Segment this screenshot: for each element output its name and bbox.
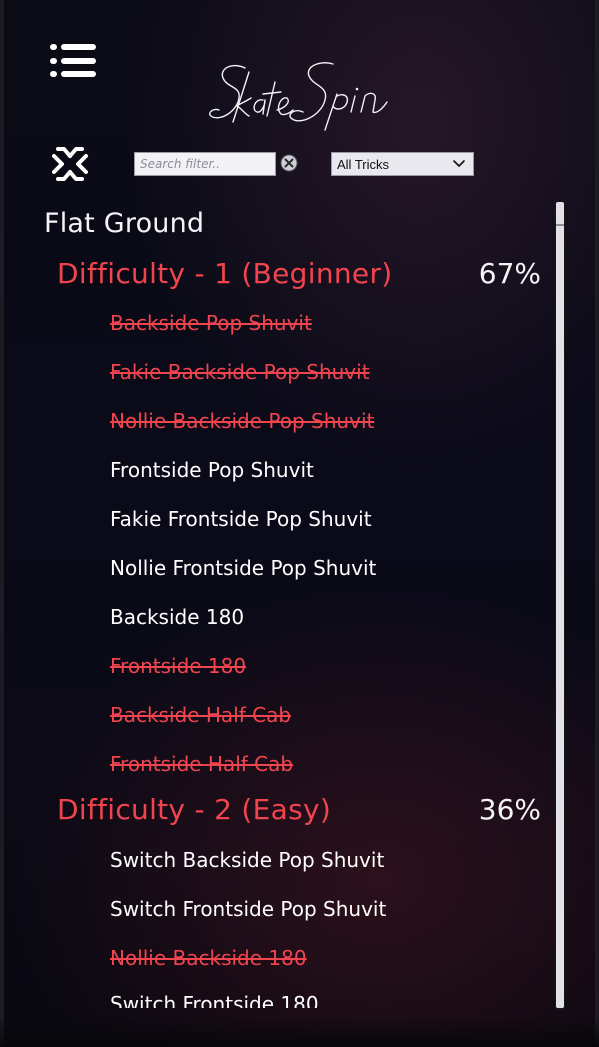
clear-circle-icon[interactable] bbox=[280, 154, 298, 172]
app-window: All Tricks Flat Ground Difficulty - 1 (B… bbox=[0, 0, 599, 1047]
trick-filter-value: All Tricks bbox=[337, 157, 389, 172]
trick-item[interactable]: Frontside 180 bbox=[110, 654, 246, 678]
trick-item[interactable]: Nollie Backside Pop Shuvit bbox=[110, 409, 374, 433]
hamburger-menu-icon[interactable] bbox=[50, 44, 96, 78]
chevron-down-icon bbox=[453, 160, 465, 167]
section-title: Flat Ground bbox=[44, 208, 205, 239]
window-border-bottom bbox=[0, 1017, 599, 1047]
trick-item[interactable]: Backside 180 bbox=[110, 605, 244, 629]
difficulty-percent: 67% bbox=[478, 257, 541, 290]
trick-list: Flat Ground Difficulty - 1 (Beginner) 67… bbox=[0, 196, 552, 1008]
trick-item[interactable]: Frontside Half Cab bbox=[110, 752, 293, 776]
scrollbar-thumb-grip bbox=[556, 224, 564, 226]
difficulty-header[interactable]: Difficulty - 2 (Easy) 36% bbox=[57, 793, 547, 833]
difficulty-label: Difficulty - 1 (Beginner) bbox=[57, 257, 393, 290]
skatespin-logo bbox=[209, 62, 388, 131]
search-input[interactable] bbox=[134, 152, 276, 176]
trick-item[interactable]: Nollie Frontside Pop Shuvit bbox=[110, 556, 376, 580]
trick-item[interactable]: Fakie Frontside Pop Shuvit bbox=[110, 507, 372, 531]
trick-item[interactable]: Switch Frontside 180 bbox=[110, 992, 319, 1008]
trick-item[interactable]: Backside Half Cab bbox=[110, 703, 291, 727]
trick-item[interactable]: Nollie Backside 180 bbox=[110, 946, 307, 970]
shuffle-icon[interactable] bbox=[50, 144, 90, 182]
trick-item[interactable]: Frontside Pop Shuvit bbox=[110, 458, 314, 482]
trick-item[interactable]: Switch Frontside Pop Shuvit bbox=[110, 897, 386, 921]
trick-item[interactable]: Switch Backside Pop Shuvit bbox=[110, 848, 384, 872]
difficulty-header[interactable]: Difficulty - 1 (Beginner) 67% bbox=[57, 257, 547, 297]
trick-item[interactable]: Fakie Backside Pop Shuvit bbox=[110, 360, 370, 384]
scrollbar-thumb[interactable] bbox=[556, 202, 564, 1008]
trick-item[interactable]: Backside Pop Shuvit bbox=[110, 311, 312, 335]
trick-filter-dropdown[interactable]: All Tricks bbox=[331, 152, 474, 176]
search-field bbox=[134, 152, 276, 176]
difficulty-percent: 36% bbox=[478, 793, 541, 826]
difficulty-label: Difficulty - 2 (Easy) bbox=[57, 793, 332, 826]
window-border-right bbox=[595, 0, 599, 1047]
